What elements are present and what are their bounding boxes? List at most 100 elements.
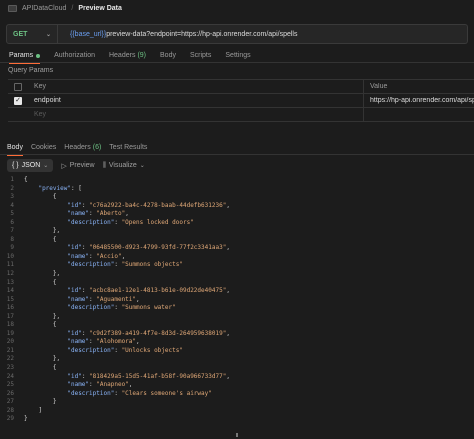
select-all-checkbox[interactable]: [14, 82, 22, 91]
param-enabled-checkbox[interactable]: ✓: [14, 96, 22, 105]
line-number: 1: [10, 176, 14, 183]
params-value-header: Value: [370, 83, 388, 90]
play-icon: ▷: [61, 162, 67, 170]
code-text: }: [24, 398, 57, 407]
resize-handle[interactable]: [236, 433, 238, 437]
code-token: ,: [226, 201, 230, 209]
code-token: "acbc8ae1-12e1-4813-b61e-09d22de40475": [89, 287, 227, 295]
code-line: 22 },: [0, 355, 474, 364]
param-value-cell[interactable]: https://hp-api.onrender.com/api/spells: [364, 97, 474, 104]
tab-response-cookies[interactable]: Cookies: [31, 141, 56, 155]
query-params-table: Key Value ✓ endpoint https://hp-api.onre…: [8, 79, 474, 122]
code-text: "name": "Accio",: [24, 253, 125, 262]
param-row: ✓ endpoint https://hp-api.onrender.com/a…: [8, 93, 474, 108]
request-tabs: Params Authorization Headers (9) Body Sc…: [0, 49, 474, 64]
response-body-editor[interactable]: 1{2 "preview": [3 {4 "id": "c76a2922-ba4…: [0, 176, 474, 434]
braces-icon: { }: [12, 162, 19, 169]
line-number: 23: [6, 364, 14, 372]
line-number: 12: [6, 270, 14, 278]
tab-response-body-label: Body: [7, 144, 23, 151]
code-text: "name": "Aberto",: [24, 210, 128, 219]
chevron-down-icon: ⌄: [45, 31, 51, 38]
param-new-row: Key: [8, 107, 474, 122]
code-token: ,: [226, 287, 230, 295]
visualize-button[interactable]: ⫼ Visualize ⌄: [103, 162, 145, 170]
format-label: JSON: [21, 162, 41, 169]
param-key-cell[interactable]: endpoint: [28, 94, 364, 107]
line-number: 14: [6, 287, 14, 295]
breadcrumb-collection[interactable]: APIDataCloud: [22, 5, 66, 12]
line-number: 6: [10, 218, 14, 226]
tab-params-label: Params: [9, 52, 34, 59]
code-token: "Summons objects": [121, 261, 183, 269]
code-token: ,: [226, 329, 230, 337]
request-title[interactable]: Preview Data: [78, 5, 122, 12]
code-token: {: [24, 176, 28, 183]
code-line: 12 },: [0, 270, 474, 279]
code-token: "description": [67, 261, 115, 269]
line-number: 17: [6, 312, 14, 320]
code-text: {: [24, 364, 57, 373]
line-number: 22: [6, 355, 14, 363]
tab-response-headers-label: Headers: [64, 144, 91, 151]
code-text: "description": "Unlocks objects": [24, 347, 183, 356]
tab-authorization[interactable]: Authorization: [54, 49, 95, 63]
line-number: 21: [6, 346, 14, 354]
code-token: "818429a5-15d5-41af-b58f-90a966733d77": [89, 372, 227, 380]
tab-test-results[interactable]: Test Results: [109, 141, 147, 155]
code-token: "id": [67, 201, 82, 209]
line-number: 28: [6, 406, 14, 414]
method-select[interactable]: GET ⌄: [6, 24, 58, 44]
line-number: 26: [6, 389, 14, 397]
line-number: 4: [10, 201, 14, 209]
tab-body[interactable]: Body: [160, 49, 176, 63]
code-line: 4 "id": "c76a2922-ba4c-4278-baab-44defb6…: [0, 202, 474, 211]
tab-settings[interactable]: Settings: [225, 49, 250, 63]
url-input[interactable]: {{base_url}} preview-data?endpoint=https…: [58, 24, 468, 44]
code-token: :: [114, 346, 122, 354]
code-token: },: [24, 227, 61, 235]
format-select[interactable]: { } JSON ⌄: [7, 159, 54, 172]
code-line: 17 },: [0, 313, 474, 322]
tab-response-body[interactable]: Body: [7, 141, 23, 156]
code-line: 21 "description": "Unlocks objects": [0, 347, 474, 356]
tab-response-headers[interactable]: Headers (6): [64, 141, 101, 155]
params-key-header: Key: [28, 80, 364, 93]
code-line: 24 "id": "818429a5-15d5-41af-b58f-90a966…: [0, 373, 474, 382]
line-number: 13: [6, 278, 14, 286]
code-line: 27 }: [0, 398, 474, 407]
code-token: ,: [226, 372, 230, 380]
preview-button[interactable]: ▷ Preview: [61, 162, 94, 170]
code-token: "Anapneo": [96, 381, 129, 389]
tab-headers[interactable]: Headers (9): [109, 49, 146, 63]
code-token: "name": [67, 210, 90, 218]
code-token: "c76a2922-ba4c-4278-baab-44defb631236": [89, 201, 227, 209]
breadcrumb-separator: /: [71, 5, 74, 12]
code-text: "description": "Opens locked doors": [24, 219, 193, 228]
code-token: ,: [136, 338, 140, 346]
response-tabs: Body Cookies Headers (6) Test Results: [0, 141, 474, 156]
code-token: "description": [67, 346, 115, 354]
tab-scripts-label: Scripts: [189, 52, 212, 59]
params-header-row: Key Value: [8, 79, 474, 94]
code-text: "id": "818429a5-15d5-41af-b58f-90a966733…: [24, 373, 230, 382]
preview-label: Preview: [69, 162, 95, 169]
method-label: GET: [13, 30, 28, 38]
tab-params[interactable]: Params: [9, 49, 41, 64]
tab-test-results-label: Test Results: [109, 144, 148, 151]
url-variable: {{base_url}}: [70, 30, 107, 38]
code-token: "Alohomora": [96, 338, 137, 346]
line-number: 2: [10, 184, 14, 192]
tab-scripts[interactable]: Scripts: [190, 49, 211, 63]
code-text: },: [24, 313, 60, 322]
code-text: "preview": [: [24, 185, 81, 194]
param-new-key-input[interactable]: Key: [28, 108, 364, 121]
code-token: "Accio": [96, 252, 122, 260]
